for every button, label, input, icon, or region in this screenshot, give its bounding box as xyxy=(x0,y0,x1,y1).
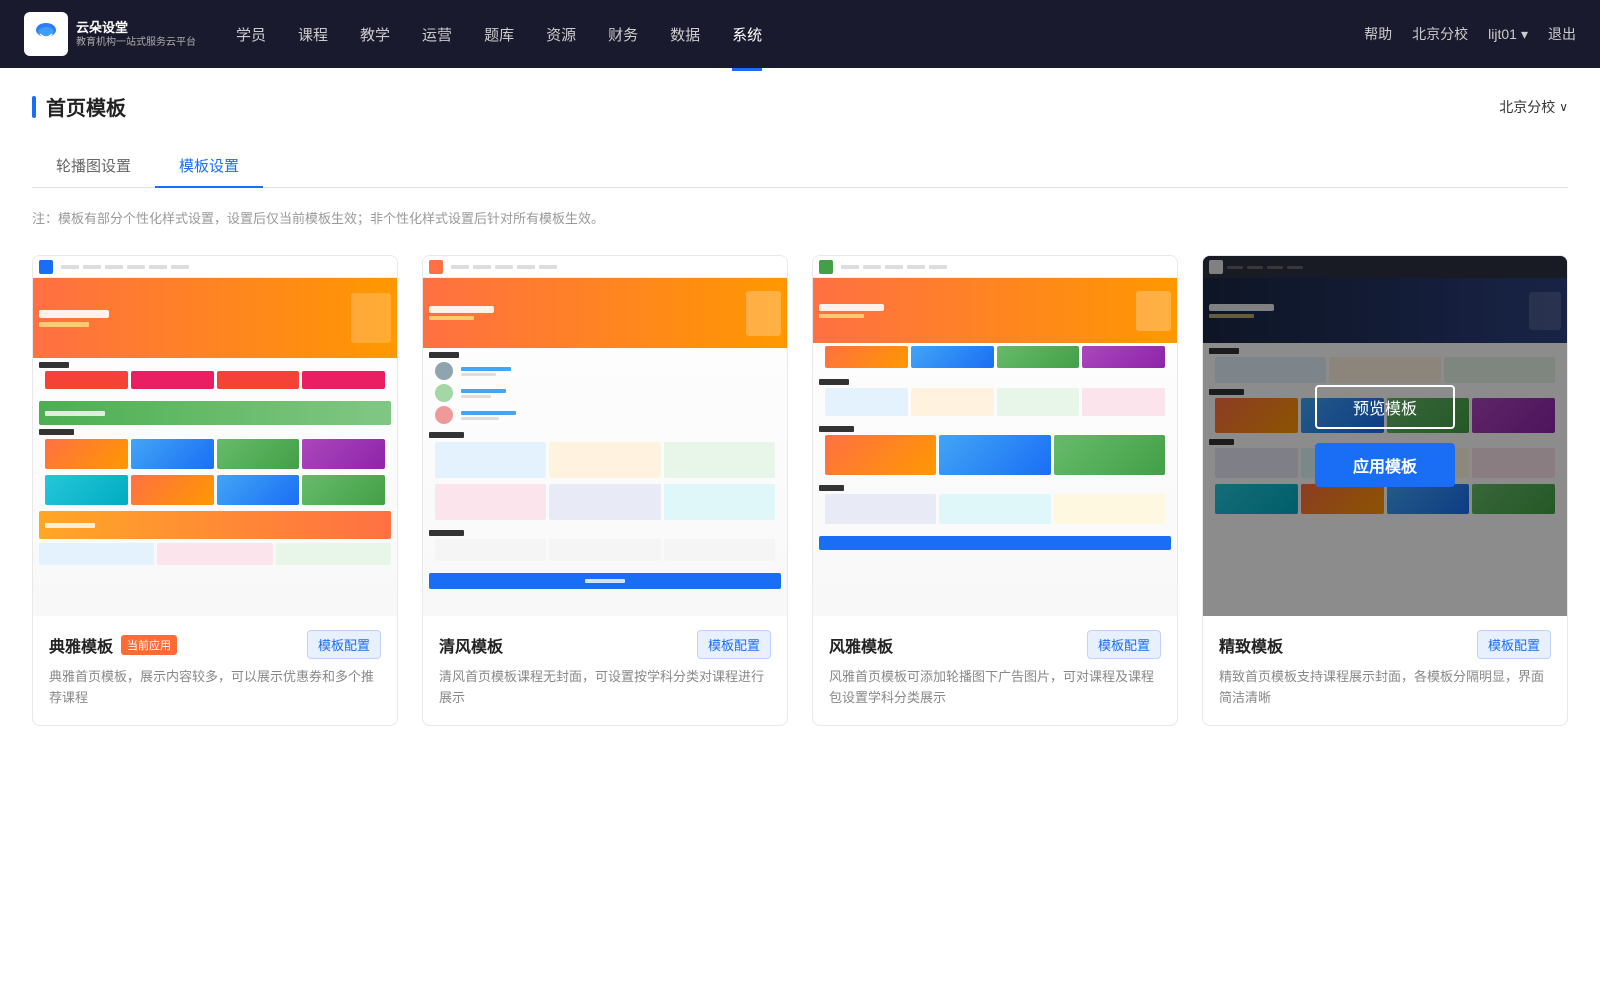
template-desc-4: 精致首页模板支持课程展示封面，各模板分隔明显，界面简洁清晰 xyxy=(1219,667,1551,709)
preview-btn-4[interactable]: 预览模板 xyxy=(1315,385,1455,429)
template-preview-4: 预览模板 应用模板 xyxy=(1203,256,1567,616)
tabs-bar: 轮播图设置 模板设置 xyxy=(32,145,1568,188)
template-name-4: 精致模板 xyxy=(1219,633,1283,657)
current-badge-1: 当前应用 xyxy=(121,635,177,655)
branch-label[interactable]: 北京分校 xyxy=(1412,24,1468,44)
template-name-2: 清风模板 xyxy=(439,633,503,657)
nav-finance[interactable]: 财务 xyxy=(608,20,638,49)
nav-students[interactable]: 学员 xyxy=(236,20,266,49)
template-preview-3: 预览模板 应用模板 xyxy=(813,256,1177,616)
template-card-jingzhi: 预览模板 应用模板 精致模板 模板配置 精致首页模板支持课程展示封面，各模板分隔… xyxy=(1202,255,1568,726)
logout-link[interactable]: 退出 xyxy=(1548,24,1576,44)
config-btn-4[interactable]: 模板配置 xyxy=(1477,630,1551,659)
tab-template[interactable]: 模板设置 xyxy=(155,145,263,188)
template-name-1: 典雅模板 xyxy=(49,633,113,657)
page-content: 首页模板 北京分校 ∨ 轮播图设置 模板设置 注：模板有部分个性化样式设置，设置… xyxy=(0,68,1600,990)
template-info-2: 清风模板 模板配置 清风首页模板课程无封面，可设置按学科分类对课程进行展示 xyxy=(423,616,787,725)
nav-system[interactable]: 系统 xyxy=(732,20,762,49)
nav-courses[interactable]: 课程 xyxy=(298,20,328,49)
note-text: 注：模板有部分个性化样式设置，设置后仅当前模板生效；非个性化样式设置后针对所有模… xyxy=(32,208,1568,227)
title-bar-accent xyxy=(32,96,36,118)
template-card-qingfeng: 预览模板 应用模板 清风模板 模板配置 清风首页模板课程无封面，可设置按学科分类… xyxy=(422,255,788,726)
logo-text: 云朵设堂 教育机构一站式服务云平台 xyxy=(76,19,196,49)
template-info-1: 典雅模板 当前应用 模板配置 典雅首页模板，展示内容较多，可以展示优惠券和多个推… xyxy=(33,616,397,725)
navbar: 云朵设堂 教育机构一站式服务云平台 学员 课程 教学 运营 题库 资源 财务 数… xyxy=(0,0,1600,68)
tab-carousel[interactable]: 轮播图设置 xyxy=(32,145,155,188)
branch-chevron-icon: ∨ xyxy=(1559,100,1568,114)
branch-selector[interactable]: 北京分校 ∨ xyxy=(1499,97,1568,117)
preview-btn-1[interactable]: 预览模板 xyxy=(145,385,285,429)
template-desc-3: 风雅首页模板可添加轮播图下广告图片，可对课程及课程包设置学科分类展示 xyxy=(829,667,1161,709)
template-info-4: 精致模板 模板配置 精致首页模板支持课程展示封面，各模板分隔明显，界面简洁清晰 xyxy=(1203,616,1567,725)
config-btn-1[interactable]: 模板配置 xyxy=(307,630,381,659)
page-header: 首页模板 北京分校 ∨ xyxy=(32,92,1568,121)
nav-resources[interactable]: 资源 xyxy=(546,20,576,49)
config-btn-2[interactable]: 模板配置 xyxy=(697,630,771,659)
nav-questionbank[interactable]: 题库 xyxy=(484,20,514,49)
apply-btn-2[interactable]: 应用模板 xyxy=(535,443,675,487)
template-info-3: 风雅模板 模板配置 风雅首页模板可添加轮播图下广告图片，可对课程及课程包设置学科… xyxy=(813,616,1177,725)
config-btn-3[interactable]: 模板配置 xyxy=(1087,630,1161,659)
help-link[interactable]: 帮助 xyxy=(1364,24,1392,44)
page-title-wrap: 首页模板 xyxy=(32,92,126,121)
navbar-right: 帮助 北京分校 lijt01 ▾ 退出 xyxy=(1364,24,1576,44)
apply-btn-3[interactable]: 应用模板 xyxy=(925,443,1065,487)
template-preview-2: 预览模板 应用模板 xyxy=(423,256,787,616)
chevron-down-icon: ▾ xyxy=(1521,26,1528,43)
preview-btn-2[interactable]: 预览模板 xyxy=(535,385,675,429)
apply-btn-4[interactable]: 应用模板 xyxy=(1315,443,1455,487)
template-name-3: 风雅模板 xyxy=(829,633,893,657)
template-desc-2: 清风首页模板课程无封面，可设置按学科分类对课程进行展示 xyxy=(439,667,771,709)
template-card-fengya: 预览模板 应用模板 风雅模板 模板配置 风雅首页模板可添加轮播图下广告图片，可对… xyxy=(812,255,1178,726)
nav-teaching[interactable]: 教学 xyxy=(360,20,390,49)
template-card-diangyа: 预览模板 应用模板 典雅模板 当前应用 模板配置 典雅首页模板，展示内容较多，可… xyxy=(32,255,398,726)
template-overlay-4: 预览模板 应用模板 xyxy=(1203,256,1567,616)
nav-operations[interactable]: 运营 xyxy=(422,20,452,49)
nav-data[interactable]: 数据 xyxy=(670,20,700,49)
main-nav: 学员 课程 教学 运营 题库 资源 财务 数据 系统 xyxy=(236,20,1364,49)
apply-btn-1[interactable]: 应用模板 xyxy=(145,443,285,487)
preview-btn-3[interactable]: 预览模板 xyxy=(925,385,1065,429)
user-menu[interactable]: lijt01 ▾ xyxy=(1488,26,1528,43)
logo[interactable]: 云朵设堂 教育机构一站式服务云平台 xyxy=(24,12,196,56)
logo-icon xyxy=(24,12,68,56)
template-grid: 预览模板 应用模板 典雅模板 当前应用 模板配置 典雅首页模板，展示内容较多，可… xyxy=(32,255,1568,726)
page-title: 首页模板 xyxy=(46,92,126,121)
template-preview-1: 预览模板 应用模板 xyxy=(33,256,397,616)
template-desc-1: 典雅首页模板，展示内容较多，可以展示优惠券和多个推荐课程 xyxy=(49,667,381,709)
